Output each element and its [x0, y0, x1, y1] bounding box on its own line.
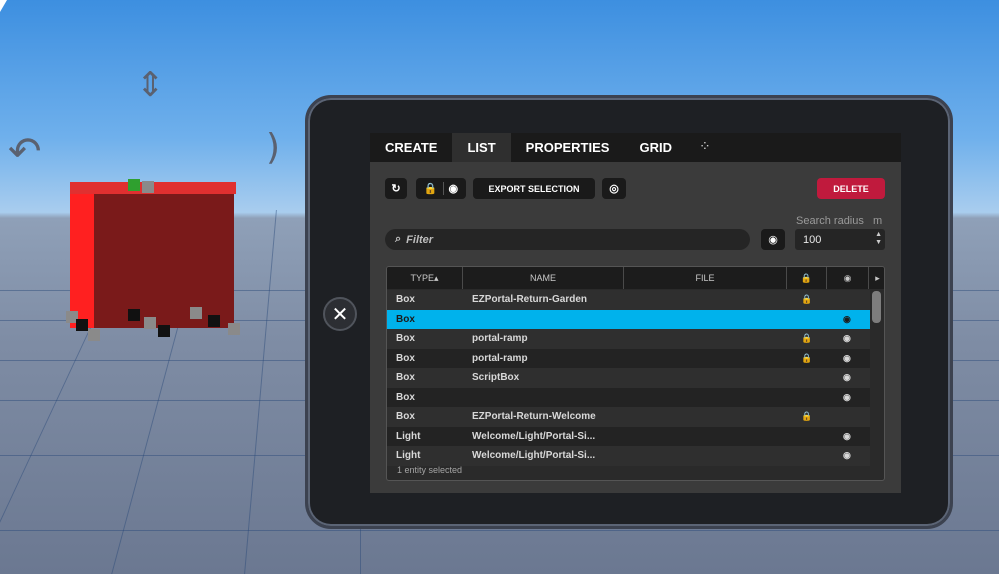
table-row[interactable]: Box ScriptBox ◉	[387, 368, 870, 388]
scale-handle[interactable]	[88, 329, 100, 341]
row-type: Box	[396, 411, 415, 422]
selection-status: 1 entity selected	[397, 465, 463, 475]
tab-bar: CREATE LIST PROPERTIES GRID ⁘	[370, 133, 901, 162]
row-type: Box	[396, 333, 415, 344]
table-row[interactable]: Box portal-ramp 🔒 ◉	[387, 348, 870, 369]
column-header-visible[interactable]: ◉	[827, 267, 869, 289]
scale-handle[interactable]	[208, 315, 220, 327]
row-name: EZPortal-Return-Welcome	[472, 411, 596, 422]
scale-handle[interactable]	[228, 323, 240, 335]
refresh-icon: ↻	[391, 183, 401, 195]
row-type: Light	[396, 430, 421, 442]
refresh-button[interactable]: ↻	[385, 178, 407, 199]
eye-icon[interactable]: ◉	[843, 310, 851, 330]
cube-front	[70, 188, 234, 328]
entity-table: TYPE▴ NAME FILE 🔒 ◉ ▸ Box EZPortal-Return…	[386, 266, 885, 481]
eye-icon[interactable]: ◉	[843, 427, 851, 447]
eye-icon[interactable]: ◉	[843, 446, 851, 466]
search-radius-value: 100	[803, 233, 822, 246]
column-toggle-button[interactable]: ▸	[869, 267, 884, 289]
eye-icon[interactable]: ◉	[444, 182, 464, 195]
eye-icon: ◉	[768, 233, 778, 246]
row-type: Box	[396, 352, 415, 364]
eye-icon[interactable]: ◉	[843, 368, 851, 388]
row-name: portal-ramp	[472, 352, 528, 364]
table-row[interactable]: Box portal-ramp 🔒 ◉	[387, 329, 870, 349]
search-icon: ⌕	[395, 233, 402, 245]
tab-properties[interactable]: PROPERTIES	[511, 133, 625, 162]
lock-icon[interactable]: 🔒	[801, 290, 812, 310]
column-header-name[interactable]: NAME	[463, 267, 624, 289]
table-row[interactable]: Box ◉	[387, 387, 870, 408]
chevron-right-icon: ▸	[875, 273, 880, 283]
close-tablet-button[interactable]: ✕	[323, 297, 357, 331]
search-radius-input[interactable]: 100 ▲ ▼	[795, 229, 885, 250]
row-name: ScriptBox	[472, 372, 520, 383]
eye-icon[interactable]: ◉	[843, 329, 851, 349]
edit-app-screen: CREATE LIST PROPERTIES GRID ⁘ ↻ 🔒 ◉ EXPO…	[370, 133, 901, 493]
rotate-right-arrow-icon[interactable]: )	[266, 130, 280, 166]
table-row[interactable]: Box EZPortal-Return-Welcome 🔒	[387, 407, 870, 427]
lock-icon[interactable]: 🔒	[801, 407, 812, 427]
row-type: Box	[396, 313, 415, 325]
table-row[interactable]: Light Welcome/Light/Portal-Si... ◉	[387, 426, 870, 447]
row-type: Box	[396, 294, 415, 305]
scale-handle[interactable]	[158, 325, 170, 337]
user-icon: ◎	[609, 183, 619, 195]
vertical-move-arrow-icon[interactable]: ⇕	[136, 68, 165, 102]
row-name: Welcome/Light/Portal-Si...	[472, 430, 596, 442]
lock-icon: 🔒	[800, 273, 813, 283]
table-scrollbar[interactable]	[872, 291, 881, 323]
rotate-left-arrow-icon[interactable]: ↶	[8, 132, 42, 172]
goto-user-button[interactable]: ◎	[602, 178, 626, 199]
eye-icon[interactable]: ◉	[843, 349, 851, 369]
row-type: Light	[396, 450, 421, 461]
scale-handle[interactable]	[128, 309, 140, 321]
column-header-type[interactable]: TYPE▴	[387, 267, 463, 289]
tab-list[interactable]: LIST	[452, 133, 511, 162]
row-name: Welcome/Light/Portal-Si...	[472, 450, 596, 461]
lock-icon[interactable]: 🔒	[801, 329, 812, 349]
spinner-arrows-icon[interactable]: ▲ ▼	[875, 231, 882, 247]
rotation-handle-green[interactable]	[128, 179, 140, 191]
row-type: Box	[396, 372, 415, 383]
scale-handle[interactable]	[142, 181, 154, 193]
scale-handle[interactable]	[144, 317, 156, 329]
mouse-cursor-icon	[0, 0, 7, 12]
row-name: portal-ramp	[472, 333, 528, 344]
table-row[interactable]: Light Welcome/Light/Portal-Si... ◉	[387, 446, 870, 466]
row-name: EZPortal-Return-Garden	[472, 294, 588, 305]
table-header: TYPE▴ NAME FILE 🔒 ◉ ▸	[387, 267, 884, 289]
table-row[interactable]: Box ◉	[387, 309, 870, 330]
close-icon: ✕	[331, 302, 349, 326]
lock-icon[interactable]: 🔒	[801, 349, 812, 369]
export-selection-button[interactable]: EXPORT SELECTION	[473, 178, 595, 199]
tab-create[interactable]: CREATE	[370, 133, 452, 162]
search-radius-label: Search radius	[796, 215, 864, 227]
column-header-locked[interactable]: 🔒	[787, 267, 827, 289]
lock-visible-group: 🔒 ◉	[416, 178, 466, 199]
search-radius-unit: m	[873, 215, 883, 227]
particles-icon[interactable]: ⁘	[687, 133, 723, 162]
scale-handle[interactable]	[76, 319, 88, 331]
table-row[interactable]: Box EZPortal-Return-Garden 🔒	[387, 290, 870, 310]
row-type: Box	[396, 391, 415, 403]
cube-side	[70, 188, 94, 328]
tab-grid[interactable]: GRID	[624, 133, 687, 162]
column-header-file[interactable]: FILE	[624, 267, 787, 289]
scale-handle[interactable]	[190, 307, 202, 319]
eye-icon: ◉	[843, 273, 852, 283]
lock-icon[interactable]: 🔒	[419, 182, 444, 195]
filter-input[interactable]: ⌕ Filter	[385, 229, 750, 250]
delete-button[interactable]: DELETE	[817, 178, 885, 199]
eye-icon[interactable]: ◉	[843, 388, 851, 408]
filter-placeholder: Filter	[406, 233, 434, 246]
filter-in-view-button[interactable]: ◉	[761, 229, 785, 250]
